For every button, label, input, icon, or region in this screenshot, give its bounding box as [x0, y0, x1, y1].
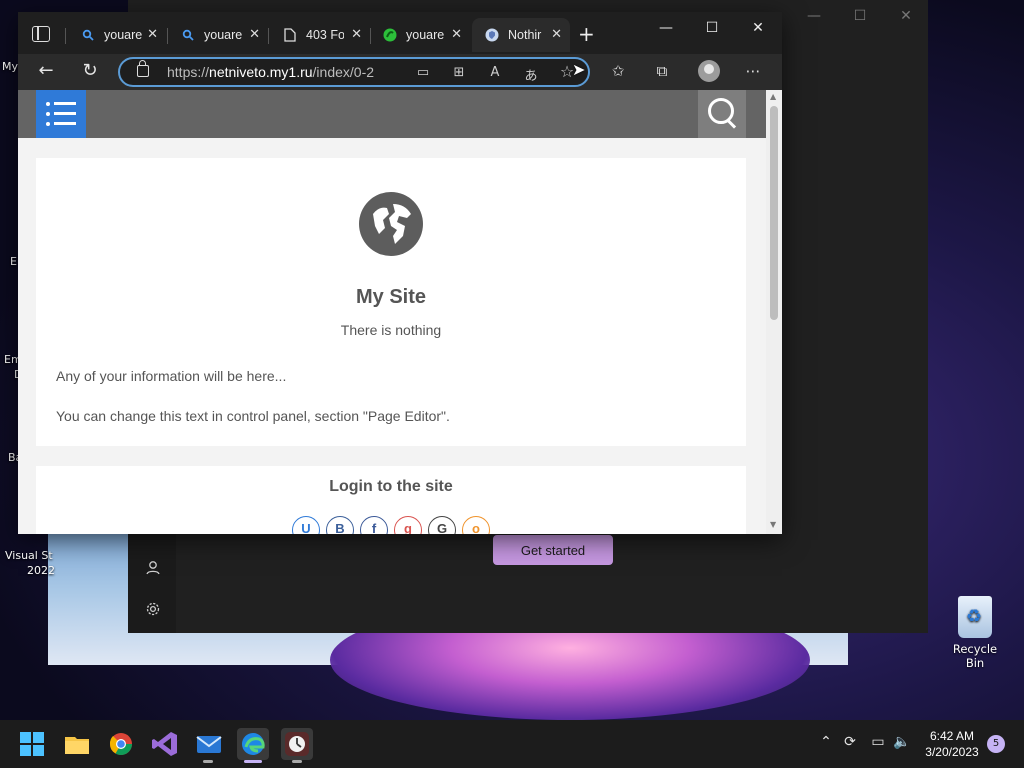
web-page-viewport: My Site There is nothing Any of your inf… — [18, 90, 782, 534]
recycle-bin-label: Recycle Bin — [952, 642, 998, 670]
account-icon[interactable] — [145, 560, 161, 576]
visual-studio-icon[interactable] — [149, 728, 181, 760]
scrollbar-thumb[interactable] — [770, 106, 778, 320]
lock-icon[interactable] — [137, 60, 149, 77]
page-scrollbar[interactable]: ▲ ▼ — [766, 90, 782, 534]
tab-strip: youare ✕ youare ✕ 403 Fo ✕ youare ✕ Noth… — [18, 12, 782, 54]
scroll-up-icon[interactable]: ▲ — [770, 92, 776, 101]
background-app-sidebar — [128, 533, 176, 633]
close-window-icon[interactable]: ✕ — [744, 20, 772, 36]
profile-avatar-icon[interactable] — [698, 60, 720, 82]
site-header — [18, 90, 766, 138]
close-tab-icon[interactable]: ✕ — [351, 26, 362, 42]
desktop-icon-label[interactable]: Visual St — [5, 549, 53, 562]
social-login-facebook-button[interactable]: f — [360, 516, 388, 534]
edge-browser-icon[interactable] — [237, 728, 269, 760]
clock-time: 6:42 AM — [929, 729, 975, 743]
login-card: Login to the site U B f g G o — [36, 466, 746, 534]
close-tab-icon[interactable]: ✕ — [249, 26, 260, 42]
address-bar[interactable]: https://netniveto.my1.ru/index/0-2 ▭ ⊞ A… — [118, 57, 590, 87]
volume-icon[interactable]: 🔈 — [892, 734, 912, 750]
settings-gear-icon[interactable] — [145, 601, 161, 617]
app-available-icon[interactable]: ▭ — [414, 65, 432, 80]
desktop-icon-label[interactable]: E — [10, 255, 17, 268]
site-subtitle: There is nothing — [340, 322, 442, 338]
back-arrow-icon[interactable]: ← — [34, 60, 58, 81]
recycle-bin[interactable]: Recycle Bin — [944, 596, 1006, 670]
tab-title: youare — [204, 28, 242, 42]
qr-grid-icon[interactable]: ⊞ — [450, 65, 468, 80]
edge-browser-window: youare ✕ youare ✕ 403 Fo ✕ youare ✕ Noth… — [18, 12, 782, 534]
tab-nothing-active[interactable]: Nothir ✕ — [472, 18, 570, 52]
file-explorer-icon[interactable] — [61, 728, 93, 760]
translate-icon[interactable]: あ — [522, 65, 540, 84]
social-login-vk-button[interactable]: B — [326, 516, 354, 534]
collections-icon[interactable]: ⧉ — [651, 62, 673, 80]
desktop-icon-label[interactable]: My — [2, 60, 18, 73]
mouse-cursor-icon: ➤ — [572, 60, 586, 79]
tab-title: youare — [406, 28, 444, 42]
intro-card: My Site There is nothing Any of your inf… — [36, 158, 746, 446]
social-login-g-button[interactable]: g — [394, 516, 422, 534]
notification-badge[interactable]: 5 — [987, 735, 1005, 753]
globe-icon — [359, 192, 423, 256]
tab-title: 403 Fo — [306, 28, 344, 42]
favorites-icon[interactable]: ✩ — [607, 62, 629, 80]
recycle-bin-icon — [958, 596, 992, 638]
shield-icon — [484, 27, 500, 43]
tab-youare-3[interactable]: youare ✕ — [370, 18, 470, 52]
active-app-indicator — [244, 760, 262, 763]
refresh-icon[interactable]: ↻ — [78, 60, 102, 81]
social-login-ucoz-button[interactable]: U — [292, 516, 320, 534]
more-options-icon[interactable]: ⋯ — [742, 62, 764, 80]
search-button[interactable] — [698, 90, 746, 138]
minimize-icon[interactable]: — — [804, 8, 824, 24]
green-logo-icon — [382, 27, 398, 43]
taskbar: ⌃ ⟳ ▭ 🔈 6:42 AM 3/20/2023 5 — [0, 720, 1024, 768]
tab-youare-2[interactable]: youare ✕ — [168, 18, 268, 52]
close-tab-icon[interactable]: ✕ — [551, 26, 562, 42]
desktop-icon-label[interactable]: 2022 — [27, 564, 55, 577]
tab-youare-1[interactable]: youare ✕ — [68, 18, 166, 52]
minimize-icon[interactable]: — — [652, 20, 680, 36]
new-tab-icon[interactable]: + — [578, 22, 595, 46]
close-icon[interactable]: ✕ — [896, 8, 916, 24]
mail-icon[interactable] — [193, 728, 225, 760]
url-text: https://netniveto.my1.ru/index/0-2 — [167, 64, 375, 80]
close-tab-icon[interactable]: ✕ — [451, 26, 462, 42]
info-paragraph: Any of your information will be here... — [56, 368, 287, 384]
tab-separator — [65, 28, 66, 44]
chevron-up-icon[interactable]: ⌃ — [816, 734, 836, 750]
start-windows-icon[interactable] — [16, 728, 48, 760]
running-indicator — [203, 760, 213, 763]
chrome-icon[interactable] — [105, 728, 137, 760]
social-login-google-button[interactable]: G — [428, 516, 456, 534]
login-title: Login to the site — [329, 478, 453, 495]
site-title: My Site — [355, 286, 427, 308]
system-clock[interactable]: 6:42 AM 3/20/2023 — [920, 728, 984, 760]
network-icon[interactable]: ▭ — [868, 734, 888, 750]
tab-separator — [268, 28, 269, 44]
maximize-icon[interactable]: ☐ — [850, 8, 870, 24]
read-aloud-icon[interactable]: A — [486, 65, 504, 80]
scroll-down-icon[interactable]: ▼ — [770, 520, 776, 529]
maximize-icon[interactable]: ☐ — [698, 20, 726, 36]
sync-icon[interactable]: ⟳ — [840, 734, 860, 750]
running-indicator — [292, 760, 302, 763]
clock-date: 3/20/2023 — [925, 745, 979, 759]
tab-title: youare — [104, 28, 142, 42]
clock-app-icon[interactable] — [281, 728, 313, 760]
tab-actions-icon[interactable] — [32, 26, 50, 42]
social-login-ok-button[interactable]: o — [462, 516, 490, 534]
close-tab-icon[interactable]: ✕ — [147, 26, 158, 42]
menu-button[interactable] — [36, 90, 86, 138]
tab-title: Nothir — [508, 28, 542, 42]
search-icon — [180, 27, 196, 43]
editor-hint-paragraph: You can change this text in control pane… — [56, 408, 450, 424]
browser-toolbar: ← ↻ https://netniveto.my1.ru/index/0-2 ▭… — [18, 54, 782, 90]
search-icon — [80, 27, 96, 43]
get-started-button[interactable]: Get started — [493, 535, 613, 565]
document-icon — [282, 27, 298, 43]
tab-403-forbidden[interactable]: 403 Fo ✕ — [270, 18, 370, 52]
